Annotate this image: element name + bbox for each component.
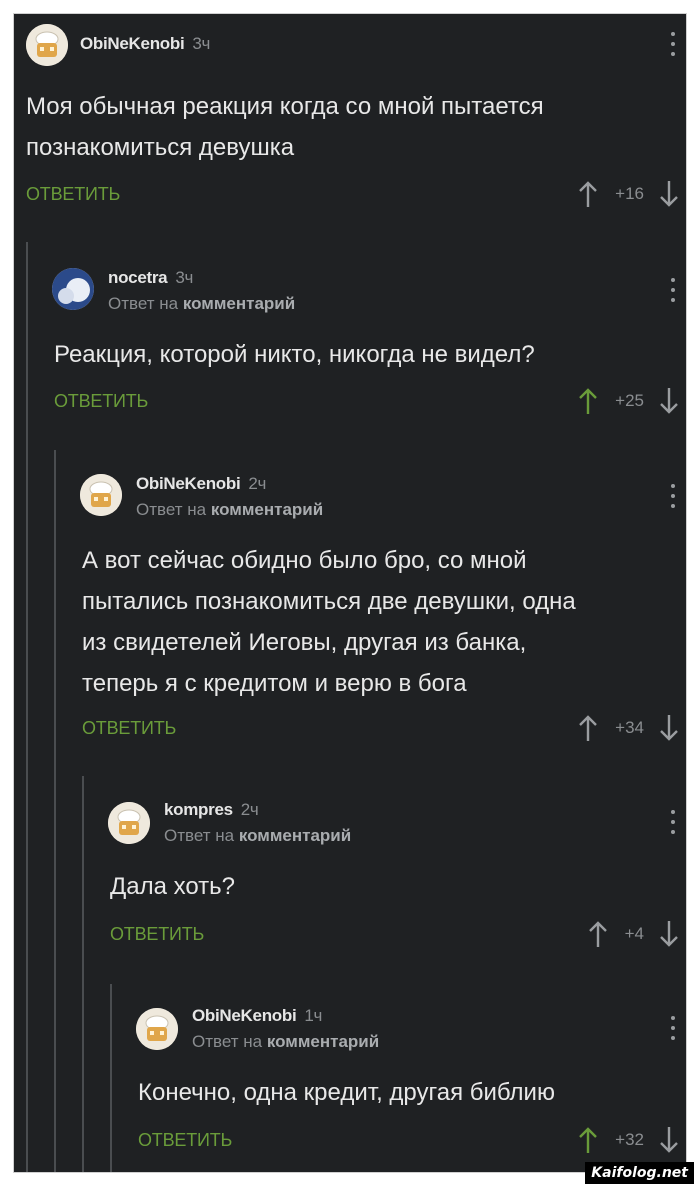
- chef-avatar-icon: [136, 1008, 178, 1050]
- avatar[interactable]: [26, 24, 68, 66]
- comment-score: +16: [615, 184, 644, 203]
- comment-score: +32: [615, 1130, 644, 1149]
- downvote-arrow-icon[interactable]: [658, 919, 680, 949]
- avatar[interactable]: [136, 1008, 178, 1050]
- chef-avatar-icon: [26, 24, 68, 66]
- chef-avatar-icon: [108, 802, 150, 844]
- more-options-icon[interactable]: [668, 484, 678, 508]
- comment-text-line: из свидетелей Иеговы, другая из банка,: [82, 629, 527, 656]
- upvote-arrow-icon[interactable]: [587, 919, 609, 949]
- comment-text: Реакция, которой никто, никогда не видел…: [54, 334, 535, 375]
- comment-text-line: пытались познакомиться две девушки, одна: [82, 588, 576, 615]
- reply-button[interactable]: ОТВЕТИТЬ: [82, 718, 176, 739]
- comment-score: +34: [615, 718, 644, 737]
- comment-text-line: Конечно, одна кредит, другая библию: [138, 1079, 555, 1106]
- comment-text: Дала хоть?: [110, 866, 235, 907]
- comment-author[interactable]: ObiNeKenobi 2ч: [136, 474, 266, 494]
- downvote-arrow-icon[interactable]: [658, 1125, 680, 1155]
- comment-text: Моя обычная реакция когда со мной пытает…: [26, 86, 544, 168]
- vote-controls: +34: [577, 713, 680, 743]
- vote-controls: +4: [587, 919, 680, 949]
- thread-line[interactable]: [110, 984, 112, 1172]
- comment-text-line: теперь я с кредитом и верю в бога: [82, 670, 467, 697]
- comment-score: +4: [624, 924, 644, 943]
- comment-time: 3ч: [192, 34, 211, 53]
- upvote-arrow-icon[interactable]: [577, 386, 599, 416]
- more-options-icon[interactable]: [668, 810, 678, 834]
- watermark: Kaifolog.net: [585, 1162, 694, 1184]
- upvote-arrow-icon[interactable]: [577, 713, 599, 743]
- more-options-icon[interactable]: [668, 1016, 678, 1040]
- avatar[interactable]: [108, 802, 150, 844]
- reply-button[interactable]: ОТВЕТИТЬ: [54, 391, 148, 412]
- downvote-arrow-icon[interactable]: [658, 386, 680, 416]
- comment-text-line: Дала хоть?: [110, 873, 236, 900]
- comment-author[interactable]: nocetra 3ч: [108, 268, 193, 288]
- reply-to-link[interactable]: Ответ на комментарий: [108, 294, 295, 314]
- comments-thread: ObiNeKenobi 3ч Моя обычная реакция когда …: [14, 14, 686, 1172]
- more-options-icon[interactable]: [668, 32, 678, 56]
- thread-line[interactable]: [82, 776, 84, 1172]
- comment-text-line: Реакция, которой никто, никогда не видел…: [54, 341, 535, 368]
- avatar[interactable]: [80, 474, 122, 516]
- vote-controls: +25: [577, 386, 680, 416]
- vote-controls: +32: [577, 1125, 680, 1155]
- thread-line[interactable]: [54, 450, 56, 1172]
- more-options-icon[interactable]: [668, 278, 678, 302]
- comment-text-line: А вот сейчас обидно было бро, со мной: [82, 547, 527, 574]
- comment-time: 3ч: [175, 268, 194, 287]
- reply-button[interactable]: ОТВЕТИТЬ: [110, 924, 204, 945]
- avatar[interactable]: [52, 268, 94, 310]
- reply-to-link[interactable]: Ответ на комментарий: [192, 1032, 379, 1052]
- upvote-arrow-icon[interactable]: [577, 1125, 599, 1155]
- comment-time: 1ч: [304, 1006, 323, 1025]
- comment-author[interactable]: ObiNeKenobi 1ч: [192, 1006, 322, 1026]
- reply-to-link[interactable]: Ответ на комментарий: [164, 826, 351, 846]
- comment-time: 2ч: [240, 800, 259, 819]
- comment-score: +25: [615, 391, 644, 410]
- comment-text: А вот сейчас обидно было бро, со мной пы…: [82, 540, 576, 704]
- comment-text-line: познакомиться девушка: [26, 134, 295, 161]
- vote-controls: +16: [577, 179, 680, 209]
- reply-to-link[interactable]: Ответ на комментарий: [136, 500, 323, 520]
- comment-time: 2ч: [248, 474, 267, 493]
- sky-avatar-icon: [52, 268, 94, 310]
- upvote-arrow-icon[interactable]: [577, 179, 599, 209]
- comment-text-line: Моя обычная реакция когда со мной пытает…: [26, 93, 544, 120]
- comment-author[interactable]: ObiNeKenobi 3ч: [80, 34, 210, 54]
- comment-text: Конечно, одна кредит, другая библию: [138, 1072, 555, 1113]
- reply-button[interactable]: ОТВЕТИТЬ: [26, 184, 120, 205]
- comment-author[interactable]: kompres 2ч: [164, 800, 259, 820]
- thread-line[interactable]: [26, 242, 28, 1172]
- reply-button[interactable]: ОТВЕТИТЬ: [138, 1130, 232, 1151]
- downvote-arrow-icon[interactable]: [658, 713, 680, 743]
- chef-avatar-icon: [80, 474, 122, 516]
- downvote-arrow-icon[interactable]: [658, 179, 680, 209]
